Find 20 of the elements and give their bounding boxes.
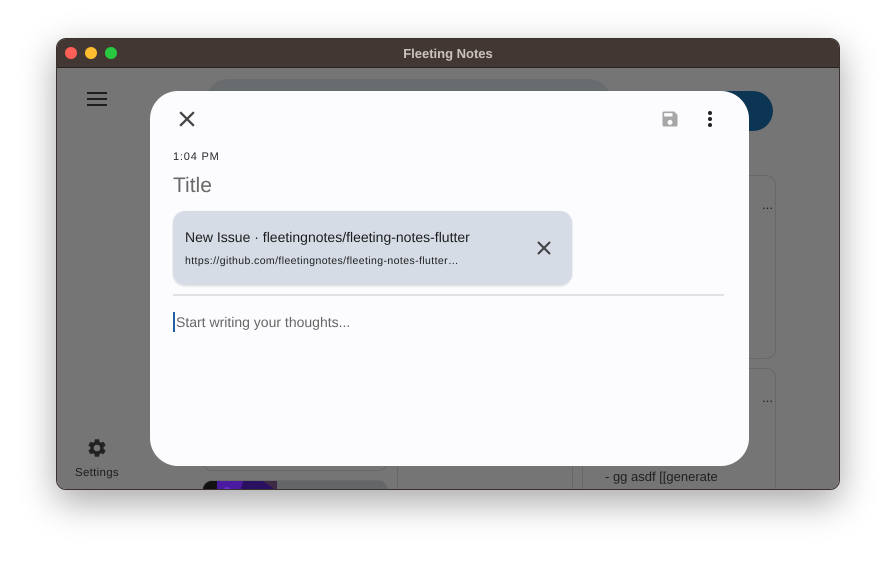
minimize-window-button[interactable] — [85, 47, 97, 59]
link-url: https://github.com/fleetingnotes/fleeting-notes-flutter… — [185, 255, 459, 267]
settings-button[interactable]: Settings — [75, 437, 119, 479]
menu-icon[interactable] — [87, 92, 107, 106]
note-text: ... — [762, 196, 773, 213]
close-icon — [537, 241, 551, 255]
note-time: 1:04 PM — [173, 150, 220, 164]
note-body-field[interactable]: Start writing your thoughts... — [173, 312, 716, 332]
zoom-window-button[interactable] — [105, 47, 117, 59]
window-title: Fleeting Notes — [403, 46, 493, 60]
title-field[interactable]: Title — [173, 173, 473, 199]
more-icon — [707, 110, 713, 128]
note-text: ... — [762, 389, 773, 406]
save-icon — [660, 109, 680, 129]
link-title: New Issue · fleetingnotes/fleeting-notes-flutter — [185, 229, 470, 245]
close-icon — [179, 111, 195, 127]
gear-icon — [86, 437, 108, 459]
close-window-button[interactable] — [65, 47, 77, 59]
link-preview-card[interactable]: New Issue · fleetingnotes/fleeting-notes-flutter https://github.com/fleetingnotes/fleeting-notes-flutter… — [173, 211, 572, 285]
note-text: - gg asdf [[generate — [605, 468, 719, 485]
